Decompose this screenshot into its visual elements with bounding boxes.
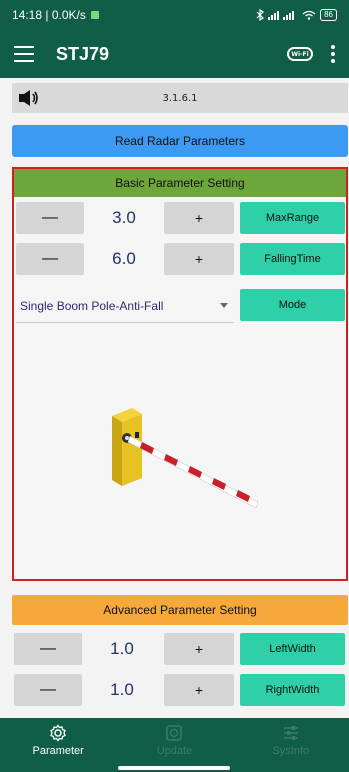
mode-select[interactable]: Single Boom Pole-Anti-Fall [16,289,234,323]
falling-time-value: 6.0 [112,249,136,268]
menu-icon[interactable] [14,46,34,62]
nav-item-parameter[interactable]: Parameter [0,718,116,772]
app-title: STJ79 [56,43,110,64]
max-range-row: — 3.0 + MaxRange [14,202,346,236]
status-bar: 14:18 | 0.0K/s 86 [0,0,349,30]
mode-button[interactable]: Mode [240,289,345,321]
falling-time-button[interactable]: FallingTime [240,243,345,275]
nav-item-sysinfo[interactable]: SysInfo [233,718,349,772]
left-width-row: — 1.0 + LeftWidth [12,633,348,667]
advanced-parameter-header[interactable]: Advanced Parameter Setting [12,595,348,625]
basic-parameter-panel: Basic Parameter Setting — 3.0 + MaxRange… [12,167,348,581]
falling-time-increment-button[interactable]: + [164,243,234,275]
dropdown-arrow-icon [220,303,228,308]
mode-select-value: Single Boom Pole-Anti-Fall [20,298,164,313]
left-width-button[interactable]: LeftWidth [240,633,345,665]
app-bar: STJ79 Wi-Fi [0,30,349,78]
max-range-increment-button[interactable]: + [164,202,234,234]
battery-icon: 86 [320,9,337,21]
max-range-value: 3.0 [112,208,136,227]
status-time: 14:18 | 0.0K/s [12,8,86,22]
nav-label-sysinfo: SysInfo [272,745,310,757]
home-indicator[interactable] [118,766,230,770]
nav-item-update[interactable]: Update [116,718,232,772]
left-width-increment-button[interactable]: + [164,633,234,665]
left-width-decrement-button[interactable]: — [14,633,82,665]
basic-parameter-header: Basic Parameter Setting [14,169,346,197]
signal-icon [268,11,295,20]
falling-time-decrement-button[interactable]: — [16,243,84,275]
sliders-icon [283,726,298,740]
bluetooth-icon [256,9,265,21]
version-label: 3.1.6.1 [162,92,198,104]
read-radar-parameters-button[interactable]: Read Radar Parameters [12,125,348,157]
barrier-gate-illustration [112,408,258,509]
status-right: 86 [256,9,337,21]
notification-icon [90,11,99,19]
update-icon [166,725,183,741]
right-width-value: 1.0 [110,680,134,699]
right-width-row: — 1.0 + RightWidth [12,674,348,708]
right-width-button[interactable]: RightWidth [240,674,345,706]
bottom-nav: Parameter Update SysInfo [0,718,349,772]
right-width-increment-button[interactable]: + [164,674,234,706]
wifi-icon[interactable]: Wi-Fi [287,47,313,61]
max-range-decrement-button[interactable]: — [16,202,84,234]
version-bar: 3.1.6.1 [12,83,348,113]
gear-icon [50,724,67,742]
wifi-status-icon [302,10,316,20]
max-range-button[interactable]: MaxRange [240,202,345,234]
nav-label-parameter: Parameter [32,745,84,757]
nav-label-update: Update [156,745,193,757]
mode-row: Single Boom Pole-Anti-Fall Mode [14,289,346,323]
status-left: 14:18 | 0.0K/s [12,8,100,22]
more-options-icon[interactable] [331,45,335,63]
left-width-value: 1.0 [110,639,134,658]
falling-time-row: — 6.0 + FallingTime [14,243,346,277]
right-width-decrement-button[interactable]: — [14,674,82,706]
